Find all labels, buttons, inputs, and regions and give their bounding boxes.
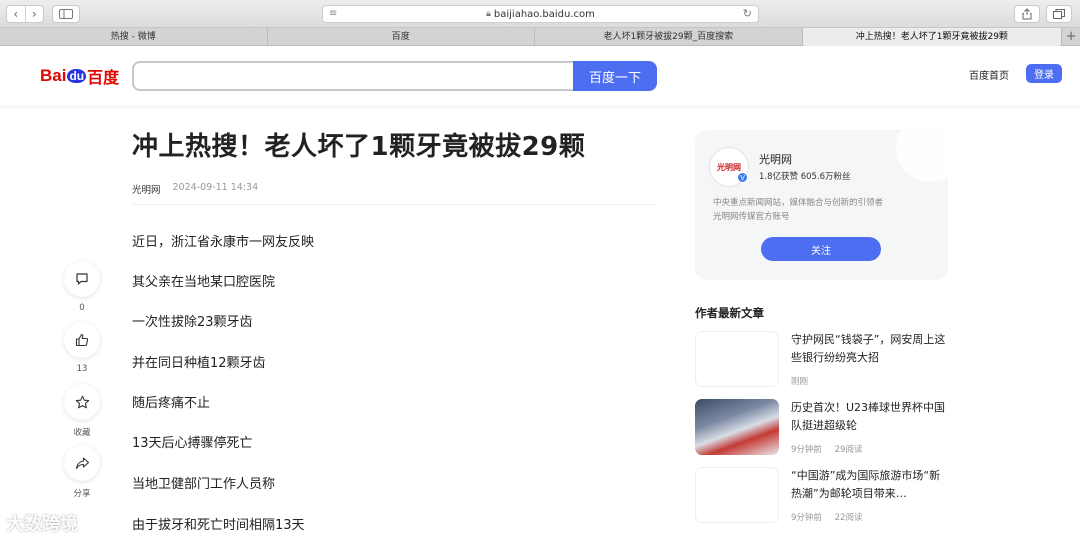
collect-button[interactable] <box>64 384 100 420</box>
author-desc-line: 光明网传媒官方账号 <box>713 212 790 222</box>
address-text: baijiahao.baidu.com <box>493 8 595 20</box>
browser-toolbar: ‹ › ≡ 🔒︎ baijiahao.baidu.com ↻ <box>0 0 1080 28</box>
follow-button[interactable]: 关注 <box>761 237 881 261</box>
login-button[interactable]: 登录 <box>1026 64 1062 83</box>
watermark: 大数跨境 <box>6 514 78 535</box>
related-article[interactable]: 历史首次！U23棒球世界杯中国队挺进超级轮 9分钟前 29阅读 <box>695 399 948 457</box>
search-button[interactable]: 百度一下 <box>573 61 657 91</box>
related-thumbnail[interactable] <box>695 331 779 387</box>
baidu-home-link[interactable]: 百度首页 <box>969 67 1009 82</box>
article-paragraph: 当地卫健部门工作人员称 <box>132 477 276 492</box>
related-meta: 9分钟前 22阅读 <box>791 511 862 523</box>
lock-icon: 🔒︎ <box>486 9 491 19</box>
related-thumbnail[interactable] <box>695 467 779 523</box>
related-time: 9分钟前 <box>791 513 822 523</box>
address-bar[interactable]: ≡ 🔒︎ baijiahao.baidu.com ↻ <box>322 5 759 23</box>
related-meta: 9分钟前 29阅读 <box>791 443 862 455</box>
forward-button[interactable]: › <box>24 6 44 22</box>
baidu-logo[interactable]: Bai du 百度 <box>40 64 119 88</box>
comment-icon <box>76 273 88 285</box>
related-meta: 刚刚 <box>791 375 808 387</box>
article-paragraph: 其父亲在当地某口腔医院 <box>132 275 276 290</box>
collect-label: 收藏 <box>73 428 91 438</box>
tab-weibo[interactable]: 热搜 - 微博 <box>0 28 268 46</box>
author-description: 中央重点新闻网站，媒体融合与创新的引领者 光明网传媒官方账号 <box>713 196 923 224</box>
share-icon <box>1022 8 1032 20</box>
author-desc-line: 中央重点新闻网站，媒体融合与创新的引领者 <box>713 198 884 208</box>
article-title: 冲上热搜！老人坏了1颗牙竟被拔29颗 <box>132 132 586 162</box>
comment-action[interactable]: 0 <box>64 261 100 313</box>
comment-count: 0 <box>79 303 85 313</box>
author-card: 光明网 V 光明网 1.8亿获赞 605.6万粉丝 中央重点新闻网站，媒体融合与… <box>695 130 948 280</box>
related-thumbnail-baseball-photo[interactable] <box>695 399 779 455</box>
reload-icon[interactable]: ↻ <box>743 7 752 20</box>
show-tabs-button[interactable] <box>1046 5 1072 23</box>
thumbs-up-icon <box>75 333 89 347</box>
tab-search-results[interactable]: 老人坏1颗牙被拔29颗_百度搜索 <box>535 28 803 46</box>
card-decoration <box>896 130 948 182</box>
related-reads: 22阅读 <box>834 513 863 523</box>
article-paragraph: 一次性拔除23颗牙齿 <box>132 315 253 330</box>
article-source[interactable]: 光明网 <box>132 182 161 196</box>
star-icon <box>75 395 89 408</box>
article-paragraph: 并在同日种植12颗牙齿 <box>132 356 266 371</box>
related-time: 9分钟前 <box>791 445 822 455</box>
tabs-icon <box>1053 9 1065 19</box>
tab-article[interactable]: 冲上热搜！老人坏了1颗牙竟被拔29颗 <box>802 28 1063 46</box>
related-time: 刚刚 <box>791 377 809 387</box>
logo-paw: du <box>67 69 87 83</box>
logo-bai: Bai <box>40 66 67 85</box>
related-title[interactable]: “中国游”成为国际旅游市场“新热潮”为邮轮项目带来… <box>791 467 949 503</box>
logo-chinese: 百度 <box>87 70 120 87</box>
reader-icon[interactable]: ≡ <box>329 8 337 19</box>
article-paragraph: 由于拔牙和死亡时间相隔13天 <box>132 518 305 533</box>
article-date: 2024-09-11 14:34 <box>172 182 259 193</box>
share-article-button[interactable] <box>64 445 100 481</box>
site-header: Bai du 百度 百度一下 百度首页 登录 <box>0 47 1080 105</box>
related-title[interactable]: 守护网民“钱袋子”，网安周上这些银行纷纷亮大招 <box>791 331 949 367</box>
share-label: 分享 <box>73 489 91 499</box>
verified-icon: V <box>737 172 748 183</box>
sidebar-icon <box>59 9 73 19</box>
related-title[interactable]: 历史首次！U23棒球世界杯中国队挺进超级轮 <box>791 399 949 435</box>
article-paragraph: 近日，浙江省永康市一网友反映 <box>132 235 315 250</box>
like-action[interactable]: 13 <box>64 322 100 374</box>
author-stats: 1.8亿获赞 605.6万粉丝 <box>759 172 851 182</box>
new-tab-button[interactable]: + <box>1062 28 1080 45</box>
share-action[interactable]: 分享 <box>64 445 100 499</box>
author-name[interactable]: 光明网 <box>759 151 792 167</box>
divider <box>132 204 656 205</box>
forward-arrow-icon <box>75 456 89 469</box>
related-section-title: 作者最新文章 <box>695 306 764 320</box>
like-button[interactable] <box>64 322 100 358</box>
sidebar-toggle-button[interactable] <box>52 5 80 23</box>
article-meta: 光明网 2024-09-11 14:34 <box>132 182 258 196</box>
related-article[interactable]: 守护网民“钱袋子”，网安周上这些银行纷纷亮大招 刚刚 <box>695 331 948 389</box>
related-reads: 29阅读 <box>834 445 863 455</box>
collect-action[interactable]: 收藏 <box>64 384 100 438</box>
related-article[interactable]: “中国游”成为国际旅游市场“新热潮”为邮轮项目带来… 9分钟前 22阅读 <box>695 467 948 525</box>
nav-buttons: ‹ › <box>6 5 44 23</box>
search-input[interactable] <box>132 61 574 91</box>
tab-baidu[interactable]: 百度 <box>268 28 536 46</box>
back-button[interactable]: ‹ <box>7 6 25 22</box>
article-paragraph: 13天后心搏骤停死亡 <box>132 436 253 451</box>
tab-bar: 热搜 - 微博 百度 老人坏1颗牙被拔29颗_百度搜索 冲上热搜！老人坏了1颗牙… <box>0 28 1080 46</box>
comment-button[interactable] <box>64 261 100 297</box>
share-button[interactable] <box>1014 5 1040 23</box>
article-paragraph: 随后疼痛不止 <box>132 396 211 411</box>
avatar-logo-text: 光明网 <box>717 162 741 172</box>
like-count: 13 <box>76 364 88 374</box>
